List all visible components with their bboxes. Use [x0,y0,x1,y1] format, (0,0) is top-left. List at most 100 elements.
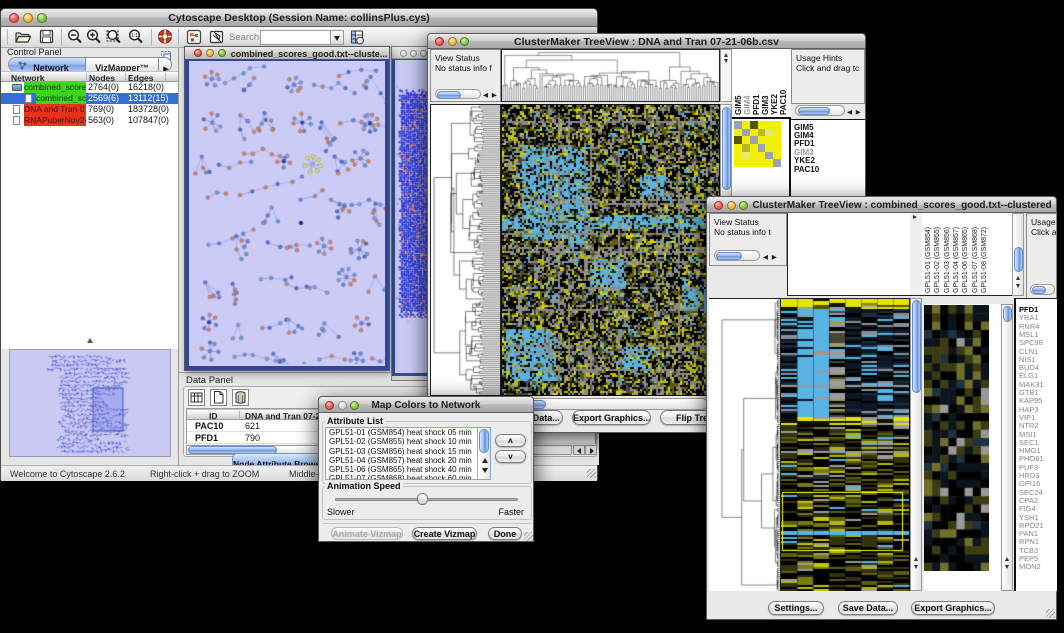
tv2-status-scroll-arrows[interactable]: ◀ ▶ [763,253,778,261]
treeview1-titlebar[interactable]: ClusterMaker TreeView : DNA and Tran 07-… [428,34,865,49]
tv2-usage-scroll-thumb[interactable] [1032,286,1046,294]
scroll-up-icon[interactable] [482,458,488,463]
tv2-save-data-button[interactable]: Save Data... [838,601,898,615]
attribute-list-item[interactable]: GPL51-07 (GSM868) heat shock 60 min [326,474,490,480]
import-table-icon[interactable] [348,28,366,46]
new-attribute-icon-button[interactable] [210,389,227,406]
move-up-button[interactable]: ʌ [495,434,526,447]
delete-attribute-icon-button[interactable] [232,389,249,406]
scroll-down-icon[interactable] [724,59,728,63]
create-vizmap-button[interactable]: Create Vizmap [412,527,477,540]
tv2-labels-vscrollbar[interactable] [1012,213,1024,296]
zoom-button[interactable] [218,49,226,57]
network-overview-panel[interactable] [9,349,171,457]
close-button[interactable] [714,201,723,210]
network-table-row[interactable]: DNA and Tran 07769(0)183728(0) [1,104,178,115]
done-button[interactable]: Done [488,527,522,540]
search-input[interactable] [260,30,331,45]
attribute-list-item[interactable]: GPL51-01 (GSM854) heat shock 05 min [326,428,490,437]
open-folder-icon[interactable] [14,28,32,46]
tv2-labels-vscroll-thumb[interactable] [1014,247,1023,272]
tv2-global-vscroll-thumb[interactable] [912,300,921,393]
tv2-status-scroll-thumb[interactable] [716,252,742,260]
tv2-settings-button[interactable]: Settings... [768,601,824,615]
tv2-column-dendrogram[interactable] [787,213,910,296]
animate-vizmap-button[interactable]: Animate Vizmap [331,527,403,540]
tv1-column-label[interactable]: PFD1 [752,95,761,115]
scroll-down-icon[interactable] [914,565,918,569]
map-dialog-titlebar[interactable]: Map Colors to Network [319,397,533,413]
search-dropdown-button[interactable] [331,30,344,45]
network1-titlebar[interactable]: combined_scores_good.txt--cluste... [185,47,389,59]
attribute-list-item[interactable]: GPL51-04 (GSM857) heat shock 20 min [326,456,490,465]
scroll-down-icon[interactable] [1005,565,1009,569]
network-table-row[interactable]: combined_sco2569(6)13112(15) [1,93,178,104]
zoom-out-icon[interactable] [66,28,84,46]
tv2-column-label[interactable]: GPL51-04 (GSM857) [952,227,961,293]
tv1-correlation-matrix[interactable] [734,121,781,167]
attribute-list-item[interactable]: GPL51-02 (GSM855) heat shock 10 min [326,437,490,446]
scroll-down-icon[interactable] [1016,284,1020,288]
tab-vizmapper[interactable]: VizMapper™ [86,58,158,71]
map-dialog-resize-grip[interactable] [524,532,533,541]
attribute-listbox[interactable]: GPL51-01 (GSM854) heat shock 05 minGPL51… [325,427,491,480]
tv2-status-scrollbar[interactable] [714,250,760,261]
zoom-in-icon[interactable] [85,28,103,46]
close-button[interactable] [400,50,407,57]
tv2-zoom-vscroll-thumb[interactable] [1003,306,1012,322]
zoom-button[interactable] [420,50,427,57]
attribute-table-icon-button[interactable] [188,389,205,406]
main-window-resize-grip[interactable] [587,469,596,478]
annotation-icon[interactable] [208,28,226,46]
tv1-usage-scroll-arrows[interactable]: ◀ ▶ [847,108,862,116]
close-button[interactable] [194,49,202,57]
network-table-row[interactable]: RNAPuberNov2+I563(0)107847(0) [1,115,178,126]
tv1-status-scroll-arrows[interactable]: ◀ ▶ [483,91,498,99]
tv2-zoom-vscrollbar[interactable] [1001,304,1013,591]
tab-network[interactable]: Network [9,58,86,71]
minimize-button[interactable] [206,49,214,57]
scroll-up-icon[interactable] [1005,557,1009,561]
save-icon[interactable] [38,28,56,46]
tv2-column-label[interactable]: GPL51-07 (GSM868) [971,227,980,293]
attribute-list-scrollbar[interactable] [477,428,490,479]
network1-view[interactable] [185,59,389,370]
tv1-row-label[interactable]: PAC10 [794,165,819,174]
network-overview-icon[interactable] [185,28,203,46]
tv1-heatmap[interactable] [501,104,720,396]
tv2-column-label[interactable]: GPL51-02 (GSM855) [933,227,942,293]
lifering-icon[interactable] [156,28,174,46]
minimize-button[interactable] [410,50,417,57]
network-table-row[interactable]: combined_scores_2764(0)16218(0) [1,82,178,93]
hscroll-right-arrow[interactable] [585,445,597,455]
tv1-column-label[interactable]: GIM4 [743,95,752,115]
tv2-usage-scrollbar[interactable] [1030,284,1055,295]
scroll-down-icon[interactable] [482,468,488,473]
zoom-fit-icon[interactable] [105,28,123,46]
tv1-column-label[interactable]: GIM3 [761,95,770,115]
tv2-gene-label[interactable]: MON2 [1019,563,1041,571]
attribute-list-item[interactable]: GPL51-03 (GSM856) heat shock 15 min [326,447,490,456]
attribute-list-scroll-thumb[interactable] [479,429,489,453]
tv1-column-label[interactable]: PAC10 [779,90,788,115]
scroll-up-icon[interactable] [1016,276,1020,280]
scroll-up-icon[interactable] [724,53,728,57]
tv1-row-dendrogram[interactable] [430,104,501,396]
scroll-right-icon[interactable] [913,215,917,219]
move-down-button[interactable]: v [495,450,526,463]
tv1-label-scroll-strip[interactable] [720,49,732,102]
tv1-vscroll-thumb[interactable] [722,107,731,190]
hscroll-left-arrow[interactable] [573,445,585,455]
speed-slider-thumb[interactable] [417,493,428,505]
tv2-global-heatmap[interactable] [780,298,910,591]
splitter-handle[interactable] [1,331,178,349]
minimize-button[interactable] [727,201,736,210]
tv1-status-scrollbar[interactable] [435,89,481,99]
attribute-list-item[interactable]: GPL51-06 (GSM865) heat shock 40 min [326,465,490,474]
tv1-column-label[interactable]: GIM5 [734,95,743,115]
tv2-column-label[interactable]: GPL51-03 (GSM856) [943,227,952,293]
tv1-export-graphics-button[interactable]: Export Graphics... [572,410,651,425]
tv1-usage-scrollbar[interactable] [795,105,845,116]
tv1-status-scroll-thumb[interactable] [437,91,461,99]
tv2-export-graphics-button[interactable]: Export Graphics... [911,601,995,615]
